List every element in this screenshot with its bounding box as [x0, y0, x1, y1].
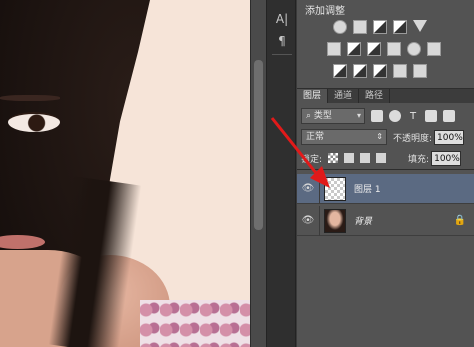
eye-icon[interactable]: 👁 — [297, 183, 319, 194]
photo-filter-icon[interactable] — [387, 42, 401, 56]
panel-dock-strip: A| ¶ — [266, 0, 296, 347]
layers-panel: 图层 通道 路径 ⌕ 类型 ▾ T 正常 ⇕ 不透明度: 100% 锁定: 填充… — [297, 88, 474, 347]
layer-name: 图层 1 — [354, 185, 381, 195]
exposure-icon[interactable] — [393, 20, 407, 34]
adjustment-layer-filter-icon[interactable] — [389, 110, 401, 122]
fill-field[interactable]: 100% — [431, 150, 462, 166]
layer-row[interactable]: 👁 图层 1 — [297, 173, 474, 204]
type-layer-filter-icon[interactable]: T — [407, 111, 419, 122]
curves-icon[interactable] — [373, 20, 387, 34]
posterize-icon[interactable] — [353, 64, 367, 78]
blend-mode-label: 正常 — [306, 132, 325, 142]
pixel-layer-filter-icon[interactable] — [371, 110, 383, 122]
lock-transparent-pixels-icon[interactable] — [328, 153, 339, 163]
lock-icon: 🔒 — [453, 215, 466, 226]
vibrance-icon[interactable] — [413, 20, 427, 32]
strip-divider — [272, 54, 292, 55]
photo-clothing — [140, 300, 250, 347]
layer-name: 背景 — [354, 217, 373, 227]
threshold-icon[interactable] — [373, 64, 387, 78]
adjustments-row-2 — [327, 42, 441, 58]
tab-layers[interactable]: 图层 — [297, 89, 329, 103]
hue-saturation-icon[interactable] — [327, 42, 341, 56]
filter-kind-label: 类型 — [313, 111, 332, 121]
selective-color-icon[interactable] — [393, 64, 407, 78]
black-white-icon[interactable] — [367, 42, 381, 56]
character-panel-icon[interactable]: A| — [273, 10, 291, 28]
search-icon: ⌕ — [306, 111, 312, 121]
tab-channels[interactable]: 通道 — [328, 89, 360, 103]
layer-thumbnail — [324, 176, 346, 201]
gradient-map-icon[interactable] — [413, 64, 427, 78]
layer-divider — [319, 173, 320, 204]
adjustments-row-1 — [333, 20, 427, 36]
layer-row[interactable]: 👁 背景 🔒 — [297, 205, 474, 236]
layers-tabbar: 图层 通道 路径 — [297, 89, 474, 103]
lock-all-icon[interactable] — [376, 153, 387, 163]
lock-position-icon[interactable] — [360, 153, 371, 163]
photoshop-window: A| ¶ 添加调整 图层 通道 路径 ⌕ 类型 ▾ T 正常 ⇕ 不透明度: 1… — [0, 0, 474, 347]
shape-layer-filter-icon[interactable] — [425, 110, 437, 122]
color-balance-icon[interactable] — [347, 42, 361, 56]
channel-mixer-icon[interactable] — [407, 42, 421, 56]
layer-divider — [319, 205, 320, 236]
blend-mode-select[interactable]: 正常 ⇕ — [301, 129, 387, 145]
eye-icon[interactable]: 👁 — [297, 215, 319, 226]
document-canvas[interactable] — [0, 0, 250, 347]
photo-eye — [8, 112, 60, 132]
layer-filter-row: ⌕ 类型 ▾ T — [301, 107, 471, 125]
blend-row: 正常 ⇕ 不透明度: 100% — [301, 128, 471, 146]
levels-icon[interactable] — [353, 20, 367, 34]
layer-thumbnail — [324, 208, 346, 233]
tab-paths[interactable]: 路径 — [359, 89, 391, 103]
chevron-down-icon: ⇕ — [376, 132, 383, 141]
photo-eyebrow — [0, 95, 60, 101]
layer-list: 👁 图层 1 👁 背景 🔒 — [297, 169, 474, 347]
paragraph-panel-icon[interactable]: ¶ — [273, 32, 291, 50]
fill-label: 填充: — [408, 154, 430, 165]
right-panels: 添加调整 图层 通道 路径 ⌕ 类型 ▾ T 正常 ⇕ 不透明度: 100% 锁… — [297, 0, 474, 347]
chevron-down-icon: ▾ — [356, 111, 361, 120]
invert-icon[interactable] — [333, 64, 347, 78]
adjustments-title: 添加调整 — [305, 6, 345, 17]
color-lookup-icon[interactable] — [427, 42, 441, 56]
lock-label: 锁定: — [301, 154, 323, 165]
filter-kind-select[interactable]: ⌕ 类型 ▾ — [301, 108, 365, 124]
brightness-contrast-icon[interactable] — [333, 20, 347, 34]
smart-object-filter-icon[interactable] — [443, 110, 455, 122]
adjustments-row-3 — [333, 64, 427, 80]
canvas-vertical-scrollbar[interactable] — [250, 0, 266, 347]
lock-row: 锁定: 填充: 100% — [301, 149, 471, 167]
opacity-label: 不透明度: — [393, 133, 433, 144]
lock-image-pixels-icon[interactable] — [344, 153, 355, 163]
scrollbar-thumb[interactable] — [254, 60, 263, 230]
opacity-field[interactable]: 100% — [434, 129, 465, 145]
